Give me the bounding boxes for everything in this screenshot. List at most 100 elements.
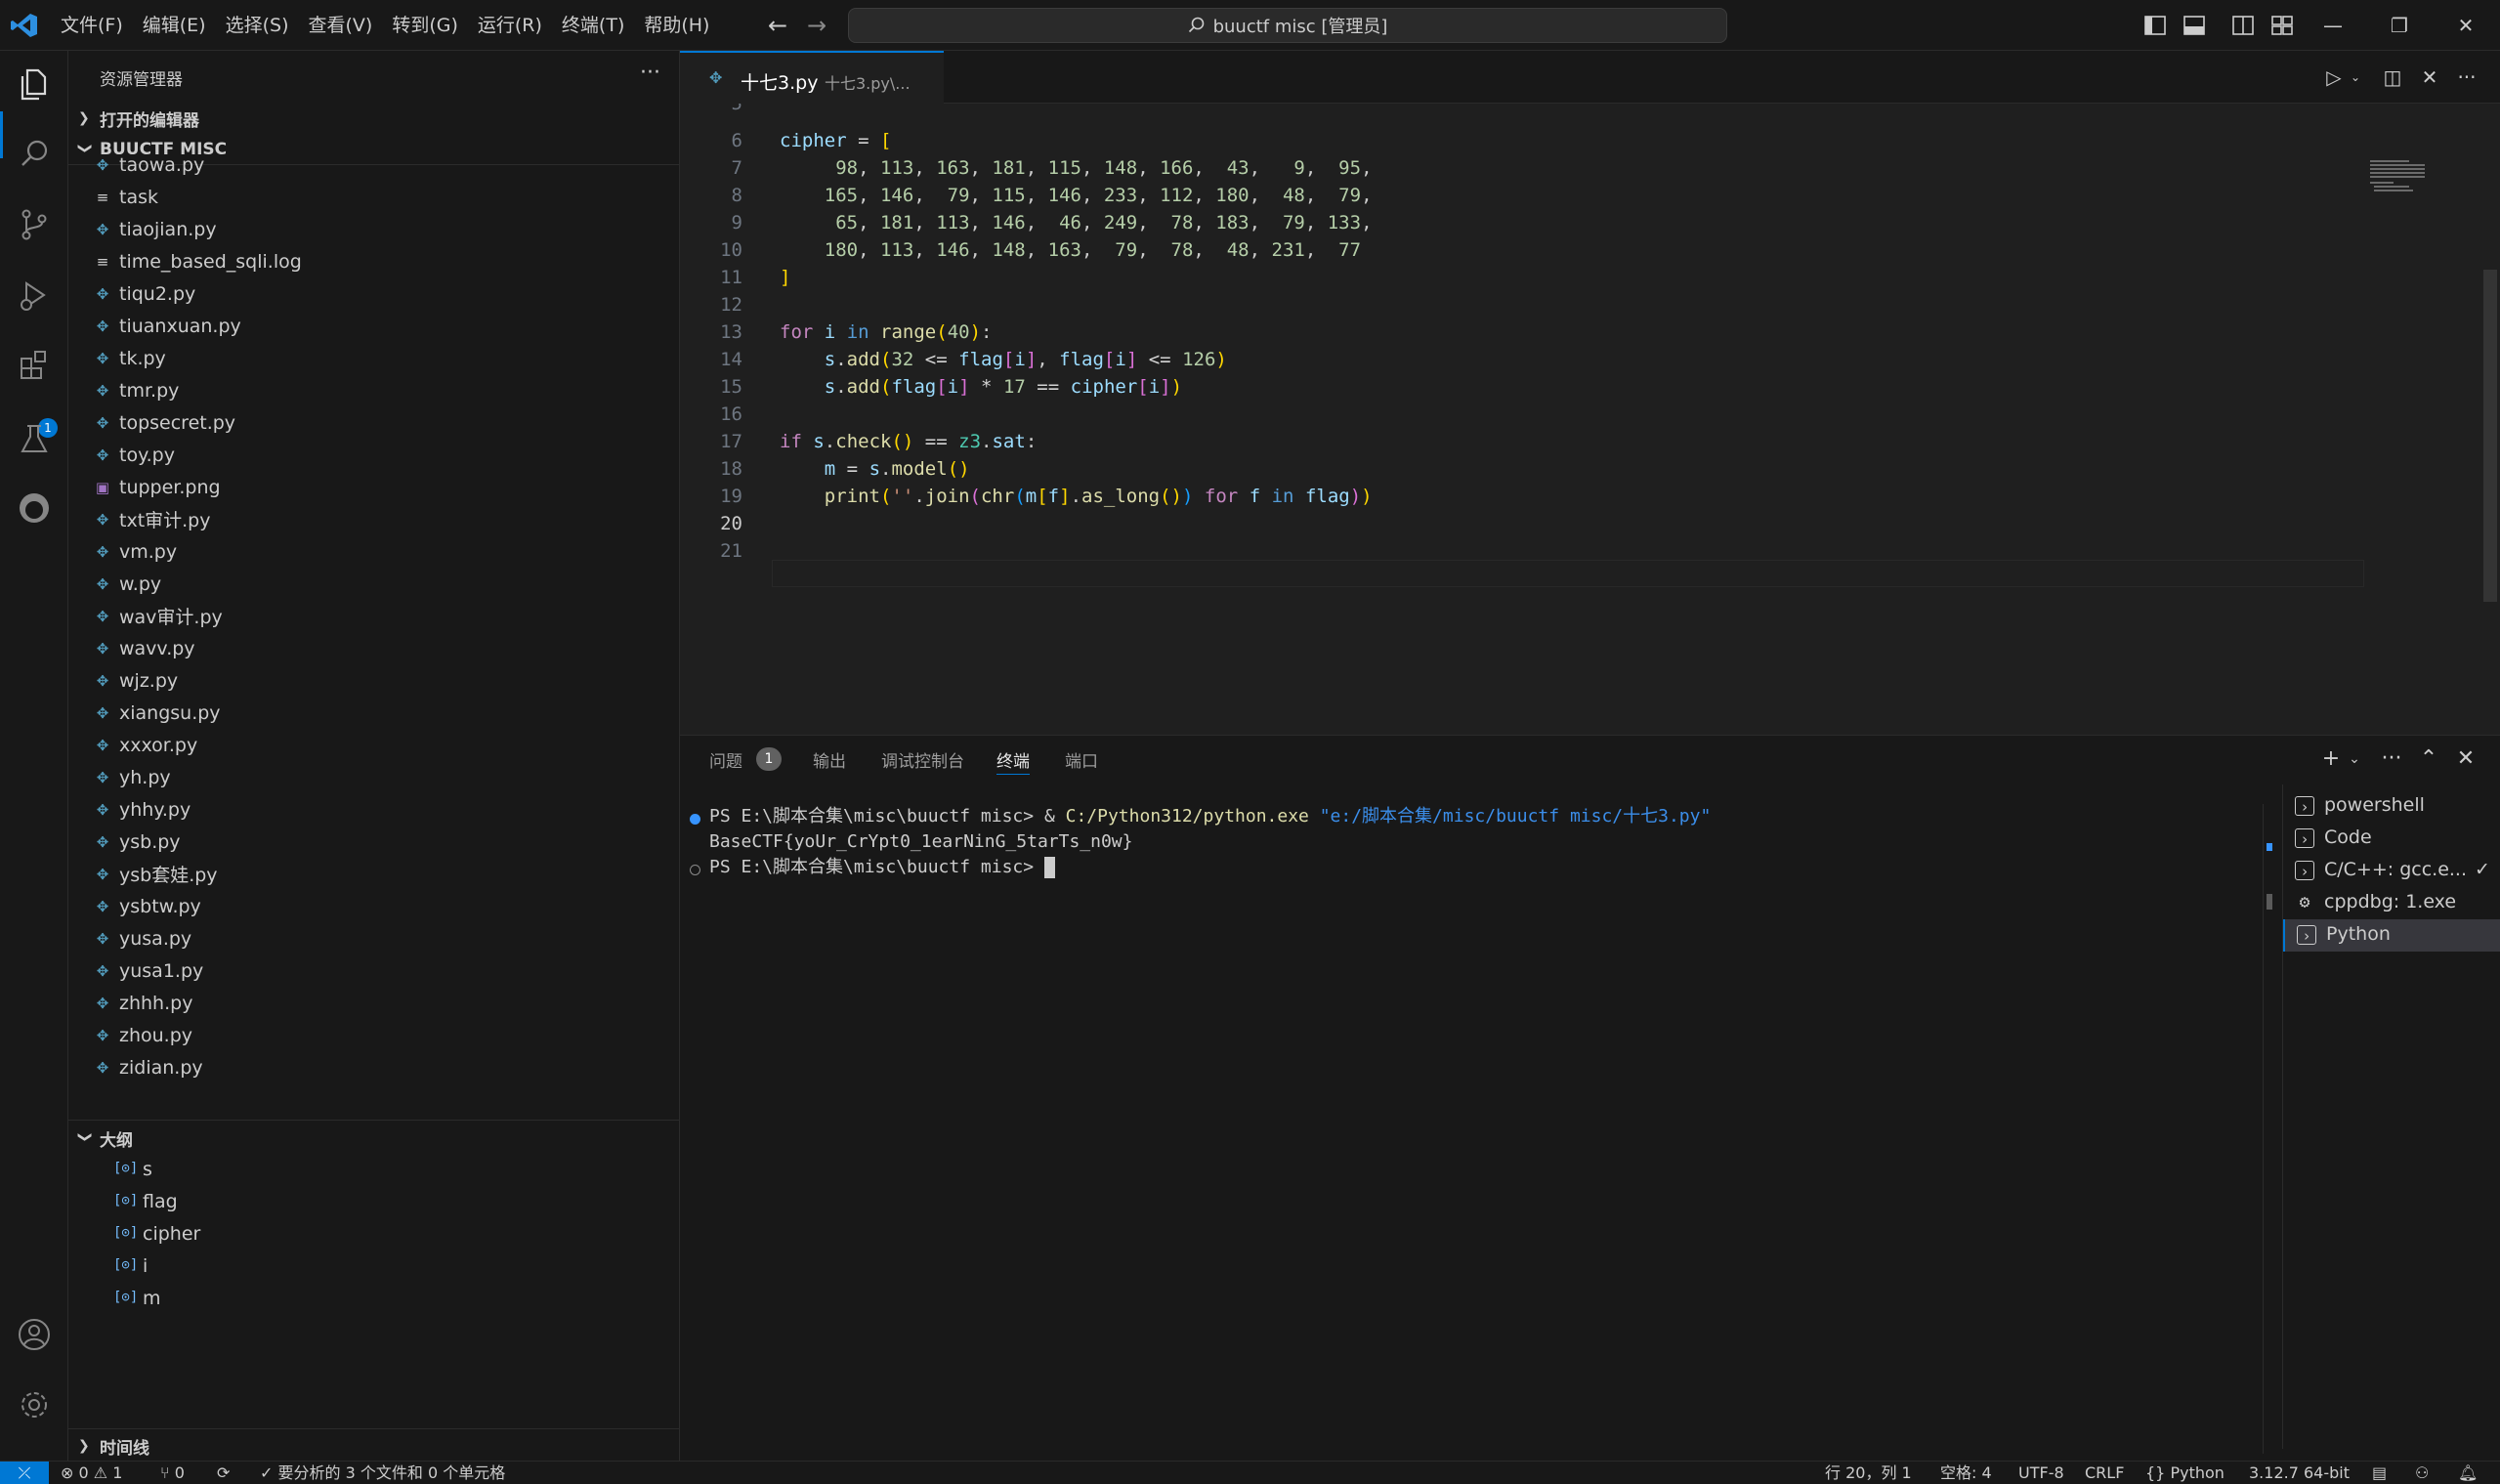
file-item[interactable]: ✥ ysb套娃.py [68,858,679,890]
file-item[interactable]: ✥ yh.py [68,761,679,793]
file-item[interactable]: ▣ tupper.png [68,471,679,503]
github-copilot-icon[interactable] [15,488,54,528]
menu-file[interactable]: 文件(F) [51,0,133,51]
file-item[interactable]: ✥ ysbtw.py [68,890,679,922]
close-window-button[interactable]: ✕ [2433,0,2499,51]
menu-edit[interactable]: 编辑(E) [133,0,216,51]
outline-item[interactable]: [⊙] cipher [68,1219,679,1251]
indentation[interactable]: 空格: 4 [1940,1463,1992,1483]
tab-problems[interactable]: 问题 [709,747,742,775]
more-actions-icon[interactable]: ··· [640,61,660,85]
source-control-icon[interactable] [15,205,54,244]
file-item[interactable]: ✥ txt审计.py [68,503,679,535]
file-item[interactable]: ✥ wav审计.py [68,600,679,632]
encoding[interactable]: UTF-8 [2018,1463,2064,1483]
terminal-item-powershell[interactable]: › powershell [2283,790,2500,823]
minimap[interactable] [2370,156,2448,195]
file-item[interactable]: ✥ tiuanxuan.py [68,310,679,342]
notebook-icon[interactable]: ▤ [2372,1463,2387,1483]
terminal-item-cppdbg[interactable]: ⚙ cppdbg: 1.exe [2283,887,2500,919]
file-item[interactable]: ✥ wavv.py [68,632,679,664]
tab-ports[interactable]: 端口 [1065,747,1098,775]
command-center-search[interactable]: buuctf misc [管理员] [848,8,1727,43]
minimize-button[interactable]: — [2300,0,2366,51]
end-of-line[interactable]: CRLF [2085,1463,2124,1483]
menu-run[interactable]: 运行(R) [468,0,552,51]
outline-item[interactable]: [⊙] flag [68,1187,679,1219]
outline-item[interactable]: [⊙] m [68,1284,679,1316]
customize-layout-icon[interactable] [2268,12,2296,39]
language-mode[interactable]: {} Python [2145,1463,2225,1483]
testing-icon[interactable] [15,420,54,459]
explorer-icon[interactable] [15,64,54,104]
file-item[interactable]: ✥ vm.py [68,535,679,568]
terminal-output[interactable]: PS E:\脚本合集\misc\buuctf misc> & C:/Python… [680,804,2263,1449]
outline-section[interactable]: ❯ 大纲 [68,1124,679,1153]
file-item[interactable]: ✥ ysb.py [68,826,679,858]
maximize-panel-chevron-up-icon[interactable]: ⌃ [2415,745,2442,773]
toggle-primary-sidebar-icon[interactable] [2141,12,2169,39]
file-item[interactable]: ✥ zhou.py [68,1019,679,1051]
toggle-panel-icon[interactable] [2181,12,2208,39]
ports-status[interactable]: ⑂ 0 [160,1463,185,1483]
run-dropdown-chevron-icon[interactable]: ⌄ [2343,64,2368,90]
terminal-scrollbar[interactable] [2263,804,2276,1454]
file-item[interactable]: ✥ zidian.py [68,1051,679,1083]
file-item[interactable]: ✥ yusa.py [68,922,679,954]
extensions-icon[interactable] [15,346,54,385]
timeline-section[interactable]: ❯ 时间线 [68,1431,679,1461]
file-item[interactable]: ✥ w.py [68,568,679,600]
terminal-item-code[interactable]: › Code [2283,823,2500,855]
menu-selection[interactable]: 选择(S) [216,0,299,51]
file-item[interactable]: ✥ xxxor.py [68,729,679,761]
toggle-secondary-sidebar-icon[interactable] [2229,12,2257,39]
file-item[interactable]: ✥ tiaojian.py [68,213,679,245]
problems-status[interactable]: ⊗ 0 ⚠ 1 [61,1463,122,1483]
run-and-debug-icon[interactable] [15,276,54,315]
editor-more-actions-icon[interactable]: ··· [2454,64,2479,90]
cursor-position[interactable]: 行 20，列 1 [1825,1463,1912,1483]
tab-debug-console[interactable]: 调试控制台 [881,747,964,775]
outline-item[interactable]: [⊙] s [68,1155,679,1187]
command-success-dot-icon[interactable] [690,814,700,825]
file-item[interactable]: ✥ wjz.py [68,664,679,697]
menu-terminal[interactable]: 终端(T) [552,0,634,51]
file-item[interactable]: ✥ tmr.py [68,374,679,406]
menu-view[interactable]: 查看(V) [299,0,383,51]
file-item[interactable]: ≡ time_based_sqli.log [68,245,679,277]
python-interpreter[interactable]: 3.12.7 64-bit [2249,1463,2350,1483]
editor-tab[interactable]: ✥ 十七3.py 十七3.py\... [680,51,944,104]
accounts-icon[interactable] [15,1315,54,1354]
open-editors-section[interactable]: ❯ 打开的编辑器 [68,104,679,133]
forward-arrow-icon[interactable]: → [803,12,830,39]
file-item[interactable]: ✥ yhhy.py [68,793,679,826]
file-item[interactable]: ✥ topsecret.py [68,406,679,439]
remote-indicator-icon[interactable]: ⤫ [0,1462,49,1484]
menu-go[interactable]: 转到(G) [382,0,468,51]
command-pending-dot-icon[interactable] [690,865,700,875]
file-item[interactable]: ✥ toy.py [68,439,679,471]
settings-gear-icon[interactable] [15,1385,54,1424]
file-item[interactable]: ✥ tk.py [68,342,679,374]
tab-output[interactable]: 输出 [813,747,846,775]
close-editors-icon[interactable]: ✕ [2417,64,2442,90]
file-item[interactable]: ≡ task [68,181,679,213]
menu-help[interactable]: 帮助(H) [634,0,719,51]
outline-item[interactable]: [⊙] i [68,1251,679,1284]
panel-more-actions-icon[interactable]: ··· [2378,745,2405,773]
file-item[interactable]: ✥ zhhh.py [68,987,679,1019]
editor-scrollbar[interactable] [2483,270,2497,602]
terminal-dropdown-chevron-icon[interactable]: ⌄ [2341,745,2368,773]
tab-terminal[interactable]: 终端 [996,747,1030,775]
file-item[interactable]: ✥ tiqu2.py [68,277,679,310]
split-editor-icon[interactable]: ◫ [2380,64,2405,90]
file-item[interactable]: ✥ taowa.py [68,148,679,181]
code-editor[interactable]: 5 6 cipher = [ 7 98, 113, 163, 181, 115, … [680,104,2500,735]
restore-button[interactable]: ❐ [2366,0,2433,51]
analysis-status[interactable]: ✓ 要分析的 3 个文件和 0 个单元格 [260,1463,505,1483]
back-arrow-icon[interactable]: ← [764,12,791,39]
close-panel-icon[interactable]: ✕ [2452,745,2479,773]
sync-status-icon[interactable]: ⟳ [217,1463,230,1483]
search-icon[interactable] [15,135,54,174]
notifications-bell-icon[interactable]: 🔔︎ [2458,1463,2478,1483]
